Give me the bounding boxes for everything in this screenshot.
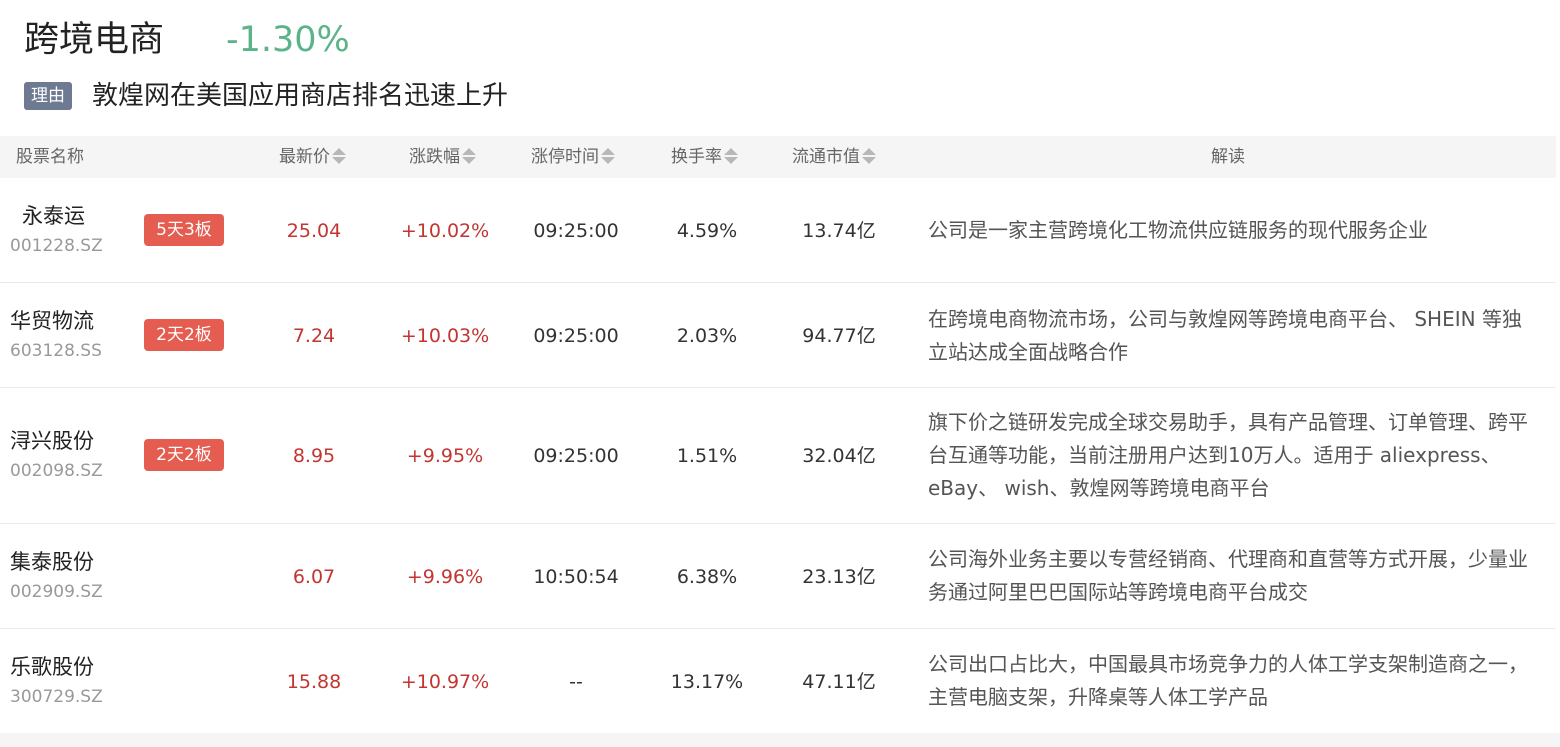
stock-name[interactable]: 永泰运 — [22, 200, 85, 230]
float-market-cap: 32.04亿 — [802, 445, 876, 467]
stock-code: 002098.SZ — [10, 461, 103, 481]
col-limit-time[interactable]: 涨停时间 — [531, 136, 615, 178]
sort-icon[interactable] — [601, 148, 615, 164]
turnover-rate: 6.38% — [676, 566, 738, 588]
sector-change: -1.30% — [226, 20, 350, 60]
turnover-rate: 13.17% — [670, 671, 744, 693]
footer-divider — [0, 733, 1560, 747]
col-turnover-label: 换手率 — [671, 147, 722, 167]
stock-code: 300729.SZ — [10, 687, 103, 707]
table-row[interactable]: 集泰股份 002909.SZ 6.07 +9.96% 10:50:54 6.38… — [0, 524, 1556, 629]
interpretation-text: 旗下价之链研发完成全球交易助手，具有产品管理、订单管理、跨平台互通等功能，当前注… — [928, 410, 1528, 500]
table-row[interactable]: 永泰运 001228.SZ 5天3板 25.04 +10.02% 09:25:0… — [0, 178, 1556, 283]
latest-price: 8.95 — [292, 445, 336, 467]
col-turnover[interactable]: 换手率 — [671, 136, 738, 178]
col-price[interactable]: 最新价 — [279, 136, 346, 178]
interpretation-text: 在跨境电商物流市场，公司与敦煌网等跨境电商平台、 SHEIN 等独立站达成全面战… — [928, 307, 1522, 364]
table-row[interactable]: 浔兴股份 002098.SZ 2天2板 8.95 +9.95% 09:25:00… — [0, 388, 1556, 524]
interpretation-text: 公司出口占比大，中国最具市场竞争力的人体工学支架制造商之一，主营电脑支架，升降桌… — [928, 652, 1528, 709]
latest-price: 25.04 — [286, 220, 342, 242]
limit-up-time: 09:25:00 — [533, 220, 619, 242]
table-header: 股票名称 最新价 涨跌幅 涨停时间 换手率 流通市值 解读 — [0, 136, 1556, 178]
col-price-label: 最新价 — [279, 147, 330, 167]
table-row[interactable]: 华贸物流 603128.SS 2天2板 7.24 +10.03% 09:25:0… — [0, 283, 1556, 388]
float-market-cap: 13.74亿 — [802, 220, 876, 242]
change-pct: +10.97% — [400, 671, 490, 693]
change-pct: +10.02% — [400, 220, 490, 242]
stock-name[interactable]: 集泰股份 — [10, 546, 94, 576]
interpretation-text: 公司海外业务主要以专营经销商、代理商和直营等方式开展，少量业务通过阿里巴巴国际站… — [928, 547, 1528, 604]
sort-icon[interactable] — [332, 148, 346, 164]
reason-tag: 理由 — [24, 82, 72, 110]
limit-up-time: 09:25:00 — [533, 445, 619, 467]
stock-code: 001228.SZ — [10, 236, 103, 256]
stock-name[interactable]: 乐歌股份 — [10, 651, 94, 681]
stock-name[interactable]: 浔兴股份 — [10, 425, 94, 455]
turnover-rate: 1.51% — [676, 445, 738, 467]
sector-header: 跨境电商 -1.30% 理由 敦煌网在美国应用商店排名迅速上升 — [0, 0, 1560, 130]
col-interpretation: 解读 — [1211, 147, 1245, 167]
latest-price: 7.24 — [292, 325, 336, 347]
sort-icon[interactable] — [862, 148, 876, 164]
col-market-cap-label: 流通市值 — [792, 147, 860, 167]
change-pct: +9.95% — [406, 445, 484, 467]
stock-table: 永泰运 001228.SZ 5天3板 25.04 +10.02% 09:25:0… — [0, 178, 1556, 733]
stock-name[interactable]: 华贸物流 — [10, 305, 94, 335]
col-change-label: 涨跌幅 — [409, 147, 460, 167]
col-limit-time-label: 涨停时间 — [531, 147, 599, 167]
sort-icon[interactable] — [462, 148, 476, 164]
col-stock-name: 股票名称 — [16, 147, 84, 167]
stock-code: 002909.SZ — [10, 582, 103, 602]
limit-up-badge: 5天3板 — [144, 214, 224, 246]
float-market-cap: 94.77亿 — [802, 325, 876, 347]
col-market-cap[interactable]: 流通市值 — [792, 136, 876, 178]
turnover-rate: 4.59% — [676, 220, 738, 242]
float-market-cap: 47.11亿 — [802, 671, 876, 693]
col-change[interactable]: 涨跌幅 — [409, 136, 476, 178]
latest-price: 6.07 — [292, 566, 336, 588]
turnover-rate: 2.03% — [676, 325, 738, 347]
interpretation-text: 公司是一家主营跨境化工物流供应链服务的现代服务企业 — [928, 218, 1428, 242]
limit-up-badge: 2天2板 — [144, 319, 224, 351]
latest-price: 15.88 — [286, 671, 342, 693]
float-market-cap: 23.13亿 — [802, 566, 876, 588]
limit-up-time: 10:50:54 — [533, 566, 619, 588]
table-row[interactable]: 乐歌股份 300729.SZ 15.88 +10.97% -- 13.17% 4… — [0, 629, 1556, 733]
change-pct: +9.96% — [406, 566, 484, 588]
reason-text: 敦煌网在美国应用商店排名迅速上升 — [92, 81, 509, 111]
change-pct: +10.03% — [400, 325, 490, 347]
stock-code: 603128.SS — [10, 341, 102, 361]
limit-up-badge: 2天2板 — [144, 439, 224, 471]
sort-icon[interactable] — [724, 148, 738, 164]
limit-up-time: 09:25:00 — [533, 325, 619, 347]
sector-title: 跨境电商 — [24, 20, 165, 60]
limit-up-time: -- — [569, 671, 583, 693]
